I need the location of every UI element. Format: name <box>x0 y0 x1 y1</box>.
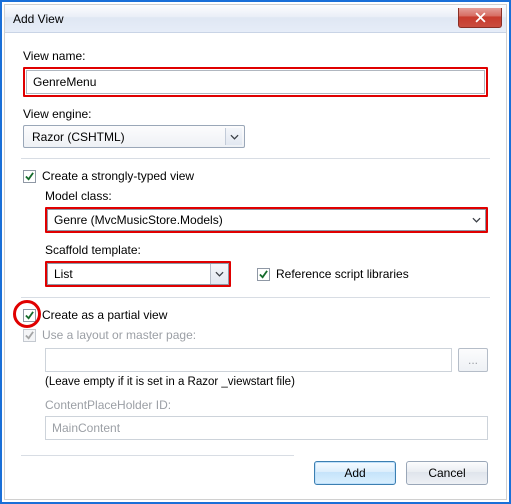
strongly-typed-checkbox[interactable] <box>23 170 36 183</box>
scaffold-label: Scaffold template: <box>45 243 488 257</box>
close-icon <box>475 12 486 23</box>
add-button[interactable]: Add <box>314 461 396 485</box>
browse-label: ... <box>468 353 478 367</box>
view-engine-label: View engine: <box>23 107 488 121</box>
titlebar: Add View <box>5 5 506 33</box>
placeholder-label: ContentPlaceHolder ID: <box>45 398 488 412</box>
use-layout-label: Use a layout or master page: <box>42 328 196 342</box>
window-title: Add View <box>13 12 63 26</box>
model-class-label: Model class: <box>45 189 488 203</box>
chevron-down-icon <box>210 264 228 284</box>
scaffold-select[interactable]: List <box>47 263 229 285</box>
highlight-circle <box>13 300 41 328</box>
use-layout-checkbox <box>23 329 36 342</box>
chevron-down-icon <box>467 210 485 230</box>
chevron-down-icon <box>225 128 242 145</box>
close-button[interactable] <box>458 8 502 28</box>
view-name-label: View name: <box>23 49 488 63</box>
layout-hint: (Leave empty if it is set in a Razor _vi… <box>45 376 488 388</box>
model-class-select[interactable]: Genre (MvcMusicStore.Models) <box>47 209 486 231</box>
ref-scripts-checkbox[interactable] <box>257 268 270 281</box>
partial-view-label: Create as a partial view <box>42 308 167 322</box>
layout-path-input <box>45 348 452 372</box>
model-class-value: Genre (MvcMusicStore.Models) <box>54 213 223 227</box>
strongly-typed-label: Create a strongly-typed view <box>42 169 194 183</box>
ref-scripts-label: Reference script libraries <box>276 267 409 281</box>
view-engine-value: Razor (CSHTML) <box>32 130 125 144</box>
placeholder-input <box>45 416 488 440</box>
cancel-button[interactable]: Cancel <box>406 461 488 485</box>
browse-button: ... <box>458 348 488 372</box>
scaffold-value: List <box>54 267 73 281</box>
view-engine-select[interactable]: Razor (CSHTML) <box>23 125 245 148</box>
view-name-input[interactable] <box>26 70 485 94</box>
